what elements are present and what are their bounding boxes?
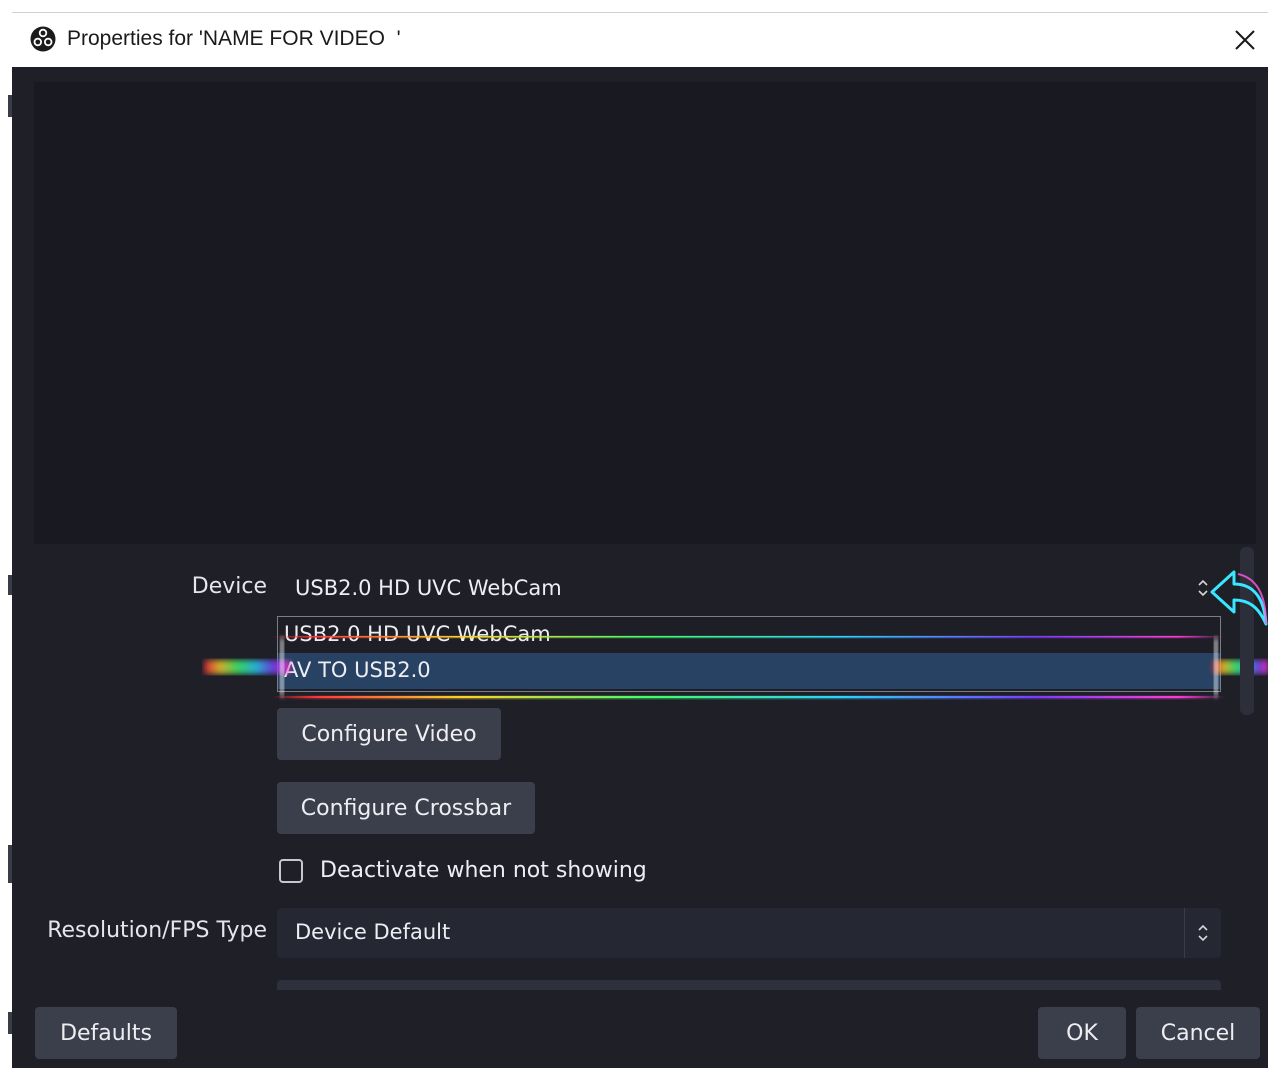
video-preview: [34, 82, 1256, 544]
device-selected-value: USB2.0 HD UVC WebCam: [295, 576, 562, 600]
obs-logo-icon: [30, 26, 56, 52]
title-bar: Properties for 'NAME FOR VIDEO ': [12, 12, 1268, 67]
configure-crossbar-button[interactable]: Configure Crossbar: [277, 782, 535, 834]
dropdown-option[interactable]: USB2.0 HD UVC WebCam: [278, 617, 1220, 653]
curved-arrow-pointer-icon: [1210, 570, 1268, 626]
dialog-button-bar: Defaults OK Cancel: [12, 990, 1268, 1068]
up-down-chevron-icon: [1184, 908, 1221, 958]
device-dropdown-list: USB2.0 HD UVC WebCam AV TO USB2.0: [277, 616, 1221, 692]
resolution-selected-value: Device Default: [295, 920, 451, 944]
cancel-button[interactable]: Cancel: [1136, 1007, 1260, 1059]
configure-video-button[interactable]: Configure Video: [277, 708, 501, 760]
window-title: Properties for 'NAME FOR VIDEO ': [67, 27, 401, 50]
background-window-edge: [0, 0, 12, 1068]
device-label: Device: [191, 574, 267, 599]
dropdown-option-highlighted[interactable]: AV TO USB2.0: [278, 653, 1220, 689]
resolution-fps-label: Resolution/FPS Type: [47, 918, 267, 943]
ok-button[interactable]: OK: [1038, 1007, 1126, 1059]
device-select[interactable]: USB2.0 HD UVC WebCam: [277, 564, 1221, 612]
deactivate-checkbox[interactable]: [279, 859, 303, 883]
close-button[interactable]: [1222, 13, 1268, 67]
defaults-button[interactable]: Defaults: [35, 1007, 177, 1059]
resolution-fps-select[interactable]: Device Default: [277, 908, 1221, 958]
close-icon: [1235, 30, 1255, 50]
deactivate-label: Deactivate when not showing: [320, 858, 647, 883]
properties-dialog: Properties for 'NAME FOR VIDEO ' Device …: [12, 12, 1268, 1068]
